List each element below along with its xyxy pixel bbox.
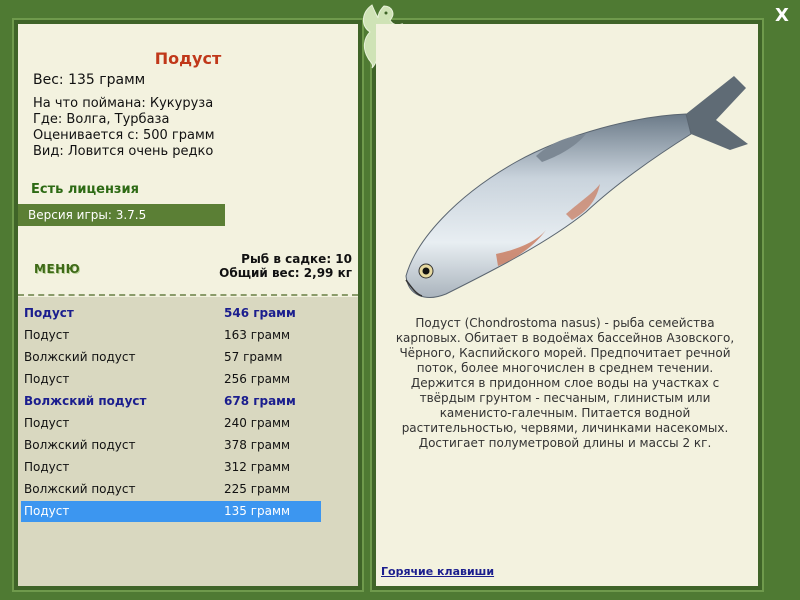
catch-fish-name: Волжский подуст (24, 350, 136, 364)
catch-fish-name: Волжский подуст (24, 438, 136, 452)
fish-illustration (405, 76, 748, 298)
menu-button[interactable]: МЕНЮ (34, 262, 80, 276)
cage-total-weight: Общий вес: 2,99 кг (219, 266, 352, 280)
cage-count: Рыб в садке: 10 (241, 252, 352, 266)
catch-fish-weight: 378 грамм (224, 438, 291, 452)
cage-info: Рыб в садке: 10 Общий вес: 2,99 кг (219, 252, 352, 280)
location: Где: Волга, Турбаза (33, 112, 170, 127)
valued-from: Оценивается с: 500 грамм (33, 128, 215, 143)
catch-fish-weight: 678 грамм (224, 394, 296, 408)
catch-fish-name: Подуст (24, 328, 70, 342)
catch-fish-name: Подуст (24, 306, 74, 320)
catch-fish-weight: 256 грамм (224, 372, 291, 386)
catch-fish-weight: 240 грамм (224, 416, 291, 430)
catch-fish-name: Подуст (24, 504, 70, 518)
catch-fish-weight: 57 грамм (224, 350, 283, 364)
catch-list-row[interactable]: Подуст 240 грамм (21, 413, 321, 434)
catch-list-row[interactable]: Подуст 135 грамм (21, 501, 321, 522)
catch-list-row[interactable]: Волжский подуст 678 грамм (21, 391, 321, 412)
rarity: Вид: Ловится очень редко (33, 144, 214, 159)
catch-fish-weight: 135 грамм (224, 504, 291, 518)
catch-list-row[interactable]: Волжский подуст 225 грамм (21, 479, 321, 500)
catch-fish-name: Подуст (24, 416, 70, 430)
divider (18, 294, 358, 296)
fish-detail-panel: Подуст (Chondrostoma nasus) - рыба семей… (376, 24, 758, 586)
catch-fish-name: Волжский подуст (24, 394, 147, 408)
catch-fish-weight: 312 грамм (224, 460, 291, 474)
catch-list-row[interactable]: Подуст 163 грамм (21, 325, 321, 346)
catch-list-row[interactable]: Волжский подуст 378 грамм (21, 435, 321, 456)
catch-list-row[interactable]: Подуст 256 грамм (21, 369, 321, 390)
fish-info-panel: Подуст Вес: 135 грамм На что поймана: Ку… (18, 24, 358, 586)
catch-fish-weight: 546 грамм (224, 306, 296, 320)
catch-list-row[interactable]: Подуст 312 грамм (21, 457, 321, 478)
caught-on: На что поймана: Кукуруза (33, 96, 214, 111)
catch-fish-weight: 225 грамм (224, 482, 291, 496)
catch-fish-name: Подуст (24, 372, 70, 386)
fish-title: Подуст (154, 49, 222, 68)
catch-fish-weight: 163 грамм (224, 328, 291, 342)
hotkeys-link[interactable]: Горячие клавиши (381, 565, 494, 578)
fish-weight: Вес: 135 грамм (33, 72, 146, 88)
version-bar: Версия игры: 3.7.5 (18, 204, 225, 226)
license-status: Есть лицензия (31, 182, 139, 197)
catch-fish-name: Подуст (24, 460, 70, 474)
fish-description: Подуст (Chondrostoma nasus) - рыба семей… (395, 316, 735, 450)
catch-fish-name: Волжский подуст (24, 482, 136, 496)
catch-list: Подуст 546 грамм Подуст 163 грамм Волжский п… (18, 297, 358, 586)
close-button[interactable]: X (772, 6, 792, 26)
catch-list-row[interactable]: Волжский подуст 57 грамм (21, 347, 321, 368)
catch-list-row[interactable]: Подуст 546 грамм (21, 303, 321, 324)
